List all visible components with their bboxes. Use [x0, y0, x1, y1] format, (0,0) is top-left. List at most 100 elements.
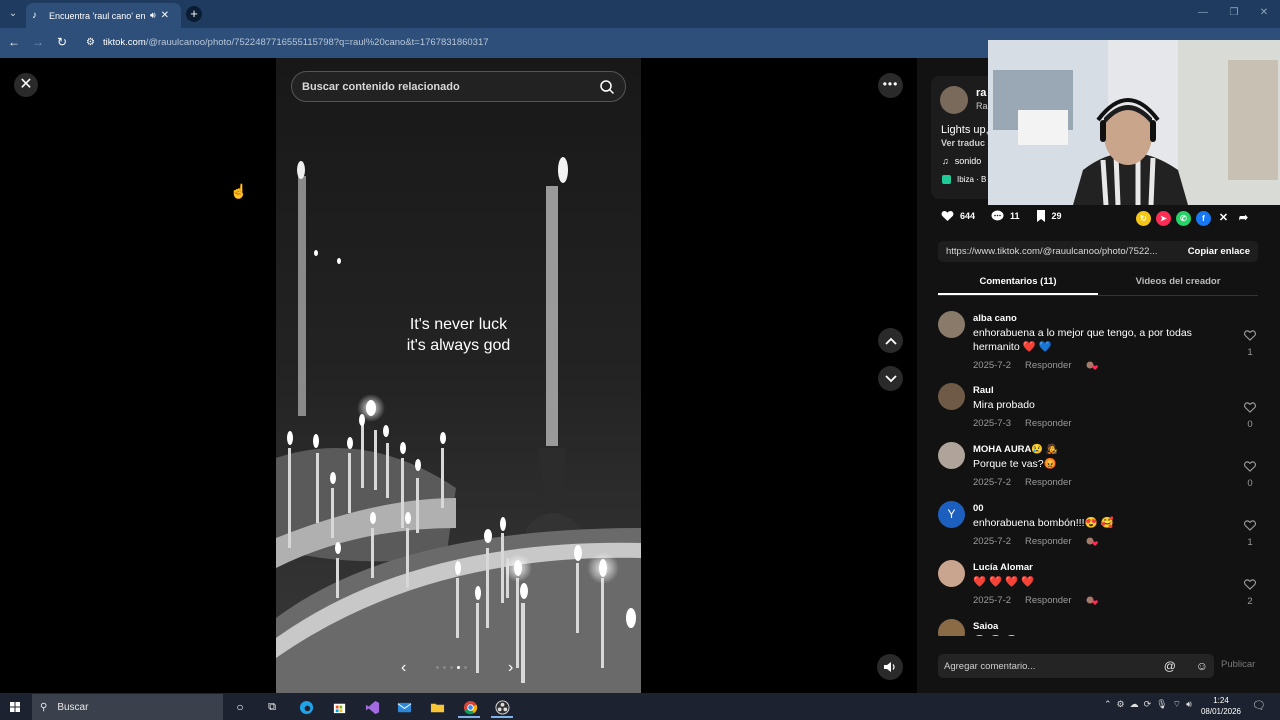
- post-link[interactable]: https://www.tiktok.com/@rauulcanoo/photo…: [946, 246, 1168, 257]
- site-info-icon[interactable]: ⚙: [86, 37, 95, 48]
- author-avatar[interactable]: [940, 86, 968, 114]
- windows-start-icon[interactable]: [4, 697, 26, 717]
- comment-like[interactable]: 0: [1242, 459, 1258, 489]
- related-search-input[interactable]: [302, 80, 582, 93]
- previous-slide-icon[interactable]: ‹: [401, 659, 406, 677]
- sync-icon[interactable]: ⟳: [1144, 699, 1152, 710]
- copy-link-button[interactable]: Copiar enlace: [1188, 246, 1250, 257]
- tab-search-chevron-icon[interactable]: ⌄: [4, 5, 22, 23]
- chrome-icon[interactable]: [460, 697, 480, 717]
- repost-icon[interactable]: ↻: [1136, 211, 1151, 226]
- taskbar-clock[interactable]: 1:24 08/01/2026: [1200, 695, 1242, 717]
- commenter-avatar[interactable]: [938, 383, 965, 410]
- mail-app-icon[interactable]: [394, 697, 414, 717]
- store-icon[interactable]: [329, 697, 349, 717]
- clock-date: 08/01/2026: [1200, 707, 1242, 716]
- comment-like[interactable]: 0: [1242, 400, 1258, 430]
- visual-studio-icon[interactable]: [362, 697, 382, 717]
- share-arrow-icon[interactable]: ➦: [1236, 211, 1251, 226]
- reply-button[interactable]: Responder: [1025, 418, 1071, 429]
- maximize-icon[interactable]: ❐: [1227, 6, 1241, 20]
- comment-meta: 2025-7-2 Responder: [973, 536, 1100, 547]
- emoji-icon[interactable]: ☺: [1196, 659, 1208, 673]
- tab-close-icon[interactable]: ✕: [161, 10, 169, 21]
- reply-button[interactable]: Responder: [1025, 477, 1071, 488]
- microphone-icon[interactable]: 🎙︎: [1156, 699, 1167, 710]
- commenter-name[interactable]: alba cano: [973, 313, 1017, 324]
- commenter-name[interactable]: 00: [973, 503, 984, 514]
- x-icon[interactable]: ✕: [1216, 211, 1231, 226]
- commenter-avatar[interactable]: [938, 560, 965, 587]
- network-icon[interactable]: ⚙: [1117, 699, 1125, 710]
- slide-dot[interactable]: [457, 666, 460, 669]
- commenter-avatar[interactable]: [938, 442, 965, 469]
- onedrive-icon[interactable]: ☁: [1130, 699, 1139, 710]
- reply-button[interactable]: Responder: [1025, 360, 1071, 371]
- volume-button[interactable]: [877, 654, 903, 680]
- taskbar-search[interactable]: ⚲ Buscar: [32, 694, 223, 720]
- commenter-name[interactable]: Saioa: [973, 621, 998, 632]
- commenter-name[interactable]: MOHA AURA😢 🧑‍🎤: [973, 444, 1058, 455]
- close-viewer-button[interactable]: ✕: [14, 73, 38, 97]
- commenter-name[interactable]: Raul: [973, 385, 994, 396]
- whatsapp-icon[interactable]: ✆: [1176, 211, 1191, 226]
- edge-icon[interactable]: [296, 697, 316, 717]
- reply-button[interactable]: Responder: [1025, 536, 1071, 547]
- new-tab-button[interactable]: +: [186, 6, 202, 22]
- reload-icon[interactable]: ↻: [54, 34, 70, 50]
- comment-like[interactable]: 2: [1242, 577, 1258, 607]
- previous-post-button[interactable]: [878, 328, 903, 353]
- publish-button[interactable]: Publicar: [1221, 659, 1255, 670]
- related-search-box[interactable]: [291, 71, 626, 102]
- location-row[interactable]: Ibiza · B: [942, 175, 986, 184]
- window-close-icon[interactable]: ✕: [1257, 6, 1271, 20]
- url-path: /@rauulcanoo/photo/7522487716555115798?q…: [145, 36, 489, 48]
- browser-tab[interactable]: ♪ Encuentra 'raul cano' en TikTok 🔊︎ ✕: [26, 3, 181, 28]
- comment-input[interactable]: [944, 660, 1144, 672]
- slide-dot[interactable]: [436, 666, 439, 669]
- speaker-tray-icon[interactable]: 🔊︎: [1186, 699, 1192, 710]
- tab-creator-videos[interactable]: Videos del creador: [1098, 272, 1258, 295]
- search-icon[interactable]: [599, 79, 615, 95]
- see-translation-link[interactable]: Ver traduc: [941, 138, 985, 148]
- slide-dot[interactable]: [443, 666, 446, 669]
- mention-icon[interactable]: @: [1164, 659, 1176, 673]
- commenter-avatar[interactable]: Y: [938, 501, 965, 528]
- wifi-icon[interactable]: ⌔: [1173, 699, 1181, 710]
- slide-dot[interactable]: [450, 666, 453, 669]
- facebook-icon[interactable]: f: [1196, 211, 1211, 226]
- comment-like[interactable]: 1: [1242, 518, 1258, 548]
- url-field[interactable]: ⚙ tiktok.com/@rauulcanoo/photo/752248771…: [80, 32, 980, 52]
- task-view-icon[interactable]: ⧉: [262, 697, 282, 717]
- notification-center-icon[interactable]: 🗨︎: [1252, 699, 1266, 712]
- author-nickname: Ra: [976, 101, 988, 111]
- comment-stat[interactable]: 11: [991, 210, 1020, 222]
- commenter-avatar[interactable]: [938, 311, 965, 338]
- commenter-name[interactable]: Lucía Alomar: [973, 562, 1033, 573]
- comment-like[interactable]: 1: [1242, 328, 1258, 358]
- save-stat[interactable]: 29: [1036, 210, 1062, 222]
- forward-icon[interactable]: →: [30, 34, 46, 50]
- send-to-friend-icon[interactable]: ➤: [1156, 211, 1171, 226]
- next-slide-icon[interactable]: ›: [508, 659, 513, 677]
- photo-carousel[interactable]: [276, 58, 641, 693]
- tab-comments[interactable]: Comentarios (11): [938, 272, 1098, 295]
- commenter-avatar[interactable]: [938, 619, 965, 636]
- next-post-button[interactable]: [878, 366, 903, 391]
- slide-dot[interactable]: [464, 666, 467, 669]
- back-icon[interactable]: ←: [6, 34, 22, 50]
- photo-overlay-text: It's never luck it's always god: [276, 314, 641, 356]
- show-hidden-icons-icon[interactable]: ⌃: [1104, 699, 1112, 710]
- minimize-icon[interactable]: —: [1196, 6, 1210, 20]
- file-explorer-icon[interactable]: [427, 697, 447, 717]
- author-name[interactable]: ra: [976, 87, 986, 99]
- music-row[interactable]: ♫ sonido: [942, 156, 981, 166]
- like-stat[interactable]: 644: [941, 210, 975, 222]
- cortana-icon[interactable]: ○: [230, 697, 250, 717]
- obs-icon[interactable]: [492, 697, 512, 717]
- comment-count: 11: [1010, 211, 1020, 221]
- liked-by-creator-icon: [1086, 596, 1098, 605]
- tab-audio-icon[interactable]: 🔊︎: [150, 10, 156, 21]
- reply-button[interactable]: Responder: [1025, 595, 1071, 606]
- more-options-button[interactable]: •••: [878, 73, 903, 98]
